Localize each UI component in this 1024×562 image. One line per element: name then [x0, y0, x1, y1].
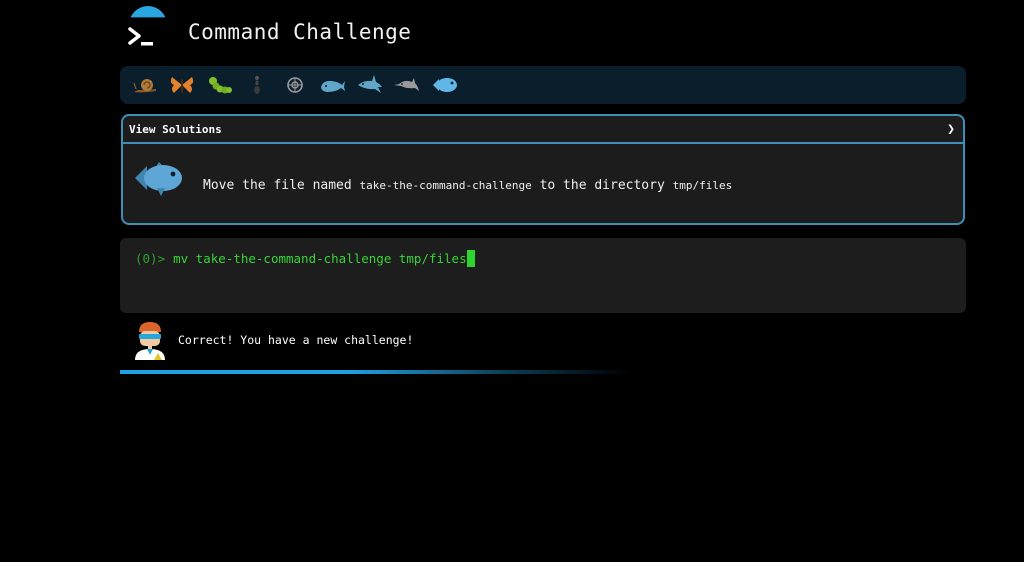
- feedback-message: Correct! You have a new challenge!: [178, 333, 414, 347]
- terminal-prompt: (0)>: [135, 251, 166, 266]
- terminal-prompt-icon: [128, 27, 153, 46]
- terminal[interactable]: (0)> mv take-the-command-challenge tmp/f…: [120, 238, 966, 313]
- terminal-input[interactable]: mv take-the-command-challenge tmp/files: [173, 251, 467, 266]
- level-butterfly[interactable]: [164, 66, 202, 104]
- whale-icon: [321, 80, 346, 92]
- feedback-row: Correct! You have a new challenge!: [132, 320, 413, 360]
- terminal-line[interactable]: (0)> mv take-the-command-challenge tmp/f…: [135, 250, 475, 267]
- task-text-2: to the directory: [539, 178, 665, 193]
- chevron-right-icon[interactable]: ❯: [947, 122, 955, 137]
- task-filename: take-the-command-challenge: [359, 179, 532, 192]
- page-title: Command Challenge: [188, 20, 412, 44]
- level-shell[interactable]: [276, 66, 314, 104]
- dolphin-icon: [394, 78, 420, 91]
- level-ant[interactable]: [239, 66, 277, 104]
- challenge-panel: View Solutions ❯ Move the file named tak…: [121, 114, 965, 225]
- fish-icon: [432, 78, 457, 92]
- view-solutions-label: View Solutions: [129, 122, 222, 136]
- challenge-description: Move the file named take-the-command-cha…: [203, 178, 732, 193]
- progress-bar: [120, 370, 630, 374]
- task-directory: tmp/files: [672, 179, 733, 192]
- fish-icon: [135, 162, 182, 196]
- ant-icon: [254, 75, 261, 94]
- scientist-avatar-icon: [135, 322, 165, 360]
- terminal-cursor: [466, 250, 475, 267]
- level-fish[interactable]: [426, 66, 464, 104]
- level-caterpillar[interactable]: [201, 66, 239, 104]
- task-text-1: Move the file named: [203, 178, 352, 193]
- caterpillar-icon: [208, 77, 232, 94]
- level-shark[interactable]: [351, 66, 389, 104]
- shark-icon: [357, 75, 382, 93]
- snail-icon: [133, 79, 156, 93]
- challenge-body: Move the file named take-the-command-cha…: [123, 144, 963, 225]
- view-solutions-toggle[interactable]: View Solutions ❯: [123, 116, 963, 144]
- level-snail[interactable]: [126, 66, 164, 104]
- shell-icon: [286, 77, 303, 93]
- level-dolphin[interactable]: [389, 66, 427, 104]
- butterfly-icon: [171, 77, 194, 93]
- level-whale[interactable]: [314, 66, 352, 104]
- app-logo: [126, 6, 170, 50]
- level-bar: [120, 66, 966, 104]
